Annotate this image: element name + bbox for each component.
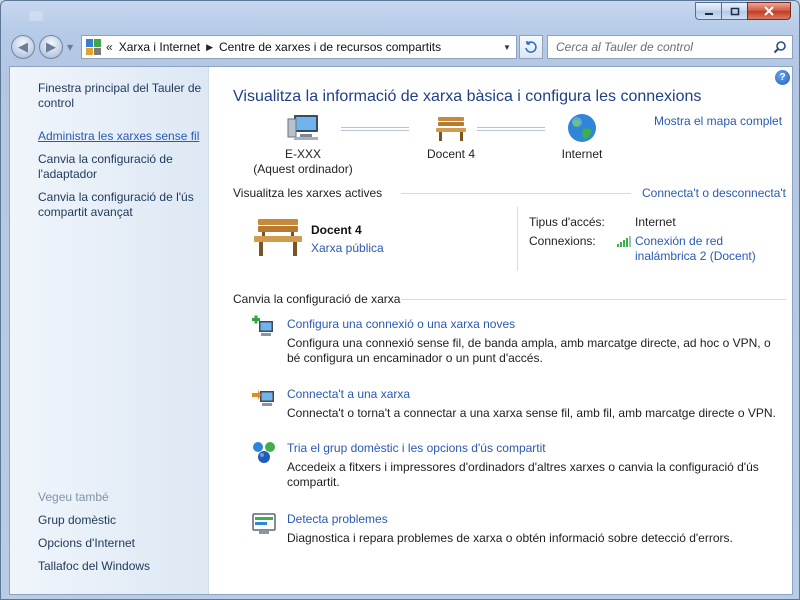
sidebar-item-control-panel-home[interactable]: Finestra principal del Tauler de control: [38, 81, 208, 111]
access-type-value: Internet: [635, 215, 676, 229]
task-homegroup: Tria el grup domèstic i les opcions d'ús…: [287, 441, 787, 490]
computer-subtitle: (Aquest ordinador): [253, 162, 353, 176]
map-node-computer[interactable]: E-XXX (Aquest ordinador): [248, 113, 358, 177]
task-connect-network: Connecta't a una xarxa Connecta't o torn…: [287, 387, 787, 421]
troubleshoot-link[interactable]: Detecta problemes: [287, 512, 787, 527]
map-connector-2: [477, 127, 545, 131]
bench-icon: [436, 117, 466, 141]
sidebar-item-advanced-sharing[interactable]: Canvia la configuració de l'ús compartit…: [38, 190, 208, 220]
change-settings-heading: Canvia la configuració de xarxa: [233, 292, 401, 306]
close-button[interactable]: [747, 2, 791, 20]
breadcrumb-network-internet[interactable]: Xarxa i Internet: [119, 40, 200, 54]
address-bar[interactable]: « Xarxa i Internet ▶ Centre de xarxes i …: [81, 35, 517, 59]
section-divider: [401, 193, 631, 194]
network-type-link[interactable]: Xarxa pública: [311, 241, 384, 255]
setup-connection-desc: Configura una connexió sense fil, de ban…: [287, 336, 771, 365]
help-icon: ?: [779, 72, 786, 83]
setup-connection-icon: [252, 315, 273, 336]
setup-connection-link[interactable]: Configura una connexió o una xarxa noves: [287, 317, 787, 332]
client-area: Finestra principal del Tauler de control…: [9, 66, 793, 595]
change-settings-header: Canvia la configuració de xarxa: [233, 292, 786, 306]
sidebar-item-internet-options[interactable]: Opcions d'Internet: [38, 536, 208, 551]
sidebar: Finestra principal del Tauler de control…: [10, 67, 209, 594]
map-node-network[interactable]: Docent 4: [406, 113, 496, 162]
homegroup-desc: Accedeix a fitxers i impressores d'ordin…: [287, 460, 759, 489]
sidebar-item-adapter-settings[interactable]: Canvia la configuració de l'adaptador: [38, 152, 208, 182]
connections-label: Connexions:: [529, 234, 596, 248]
connection-link-line2: inalámbrica 2 (Docent): [635, 249, 756, 263]
page-title: Visualitza la informació de xarxa bàsica…: [233, 88, 702, 105]
computer-name: E-XXX: [284, 147, 321, 161]
active-networks-heading: Visualitza les xarxes actives: [233, 186, 383, 200]
address-dropdown-button[interactable]: ▼: [498, 36, 516, 58]
task-troubleshoot: Detecta problemes Diagnostica i repara p…: [287, 512, 787, 546]
homegroup-icon: [253, 442, 275, 463]
connect-disconnect-link[interactable]: Connecta't o desconnecta't: [637, 186, 786, 200]
control-panel-icon: [86, 39, 102, 55]
refresh-icon: [525, 41, 537, 53]
active-networks-header: Visualitza les xarxes actives Connecta't…: [233, 186, 786, 200]
back-arrow-icon: ◀: [18, 39, 28, 55]
close-icon: [764, 6, 774, 16]
map-node-internet[interactable]: Internet: [541, 113, 623, 162]
active-network-name: Docent 4: [311, 223, 362, 237]
access-type-label: Tipus d'accés:: [529, 215, 605, 229]
section-divider: [401, 299, 786, 300]
recent-pages-dropdown[interactable]: ▼: [67, 43, 73, 52]
vertical-divider: [517, 207, 518, 271]
main-content: ? Visualitza la informació de xarxa bàsi…: [210, 67, 792, 594]
connection-link-line1: Conexión de red: [635, 234, 724, 248]
address-overflow[interactable]: «: [106, 40, 113, 54]
system-menu-icon[interactable]: [29, 11, 43, 21]
forward-button[interactable]: ▶: [39, 35, 63, 59]
sidebar-item-manage-wireless[interactable]: Administra les xarxes sense fil: [38, 129, 208, 144]
window-frame: ◀ ▶ ▼ « Xarxa i Internet ▶ Centre de xar…: [0, 0, 800, 600]
refresh-button[interactable]: [519, 35, 543, 59]
minimize-icon: [704, 13, 713, 15]
forward-arrow-icon: ▶: [46, 39, 56, 55]
connect-network-link[interactable]: Connecta't a una xarxa: [287, 387, 787, 402]
troubleshoot-icon: [252, 513, 276, 534]
wireless-signal-icon: [617, 236, 631, 247]
minimize-button[interactable]: [695, 2, 721, 20]
search-box: [547, 35, 793, 59]
homegroup-link[interactable]: Tria el grup domèstic i les opcions d'ús…: [287, 441, 787, 456]
restore-icon: [730, 7, 739, 16]
see-also-heading: Vegeu també: [38, 490, 109, 504]
full-map-link[interactable]: Mostra el mapa complet: [654, 114, 782, 128]
connection-link[interactable]: Conexión de red inalámbrica 2 (Docent): [635, 234, 756, 264]
task-setup-connection: Configura una connexió o una xarxa noves…: [287, 317, 787, 366]
navigation-bar: ◀ ▶ ▼ « Xarxa i Internet ▶ Centre de xar…: [9, 33, 793, 61]
breadcrumb-network-center[interactable]: Centre de xarxes i de recursos compartit…: [219, 40, 441, 54]
network-bench-icon: [254, 219, 302, 256]
search-input[interactable]: [556, 37, 766, 57]
sidebar-item-homegroup[interactable]: Grup domèstic: [38, 513, 208, 528]
map-internet-label: Internet: [561, 147, 603, 161]
search-icon[interactable]: [773, 40, 787, 54]
map-network-name: Docent 4: [426, 147, 476, 161]
map-connector-1: [341, 127, 409, 131]
help-button[interactable]: ?: [775, 70, 790, 85]
computer-icon: [287, 115, 318, 140]
back-button[interactable]: ◀: [11, 35, 35, 59]
sidebar-item-windows-firewall[interactable]: Tallafoc del Windows: [38, 559, 208, 574]
troubleshoot-desc: Diagnostica i repara problemes de xarxa …: [287, 531, 733, 545]
connect-network-desc: Connecta't o torna't a connectar a una x…: [287, 406, 776, 420]
maximize-button[interactable]: [721, 2, 747, 20]
breadcrumb-separator[interactable]: ▶: [206, 42, 213, 53]
connect-network-icon: [252, 390, 274, 406]
globe-icon: [568, 114, 596, 142]
caption-buttons: [695, 2, 791, 20]
